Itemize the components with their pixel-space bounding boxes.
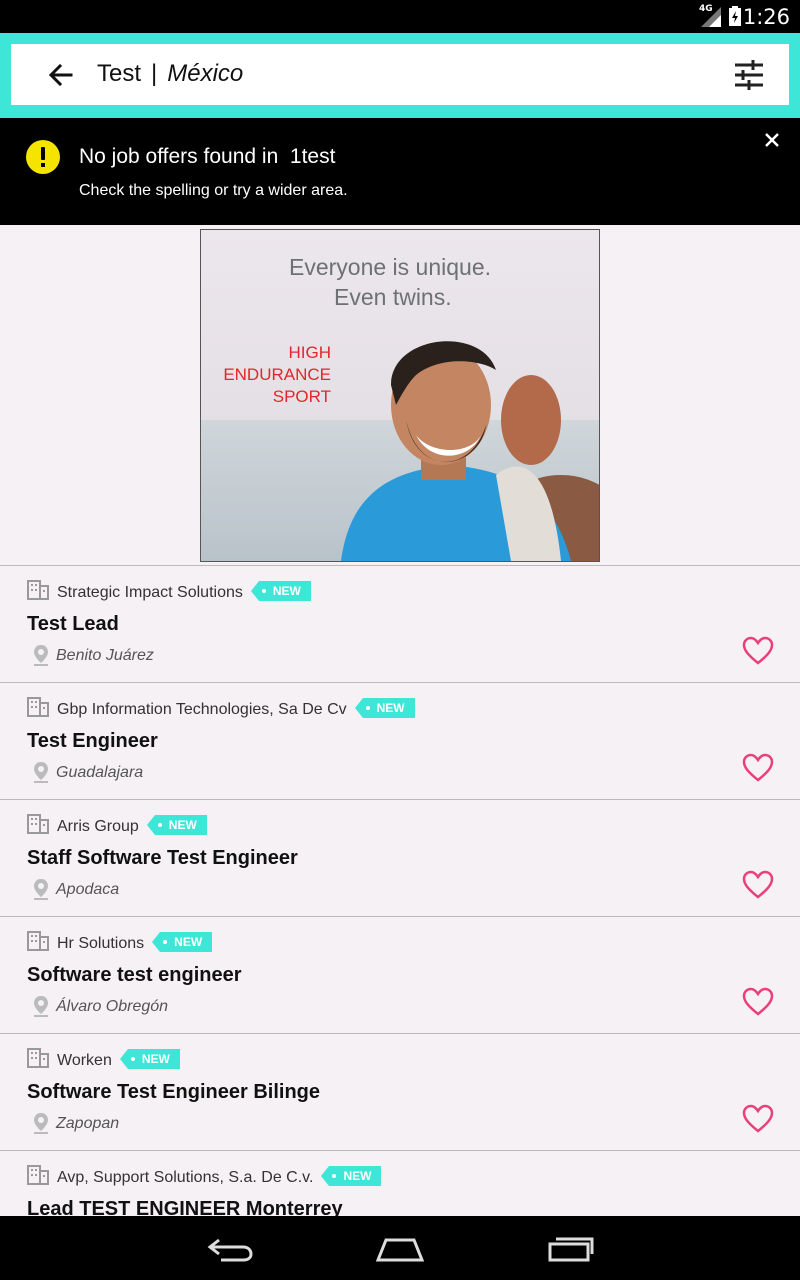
location-pin-icon (34, 996, 48, 1017)
favorite-heart-icon[interactable] (742, 987, 774, 1017)
new-badge: NEW (321, 1166, 382, 1186)
no-results-banner: No job offers found in 1test Check the s… (0, 118, 800, 225)
job-card[interactable]: Arris Group NEW Staff Software Test Engin… (0, 800, 800, 917)
recents-nav-icon[interactable] (548, 1236, 594, 1262)
back-nav-icon[interactable] (207, 1236, 253, 1262)
warning-icon (26, 140, 60, 174)
company-building-icon (27, 697, 49, 717)
ad-tagline: HIGH ENDURANCE SPORT (201, 342, 332, 408)
job-card[interactable]: Hr Solutions NEW Software test engineer Á… (0, 917, 800, 1034)
job-title[interactable]: Test Lead (27, 613, 119, 636)
ad-tag-2: ENDURANCE (223, 365, 331, 384)
job-location: Benito Juárez (56, 647, 154, 664)
job-card[interactable]: Gbp Information Technologies, Sa De Cv NE… (0, 683, 800, 800)
job-card[interactable]: Worken NEW Software Test Engineer Bilinge… (0, 1034, 800, 1151)
clock: 1:26 (742, 5, 790, 29)
company-building-icon (27, 1165, 49, 1185)
search-title[interactable]: Test | México (97, 60, 243, 88)
company-name: Hr Solutions NEW (57, 932, 213, 954)
new-badge: NEW (152, 932, 213, 952)
job-title[interactable]: Software test engineer (27, 964, 242, 987)
no-results-hint: Check the spelling or try a wider area. (79, 182, 348, 199)
job-card[interactable]: Avp, Support Solutions, S.a. De C.v. NEW … (0, 1151, 800, 1217)
title-separator: | (151, 60, 158, 87)
signal-icon (701, 7, 721, 27)
company-name: Strategic Impact Solutions NEW (57, 581, 311, 603)
company-name: Gbp Information Technologies, Sa De Cv NE… (57, 698, 415, 720)
ad-headline-1: Everyone is unique. (289, 254, 492, 280)
no-results-message: No job offers found in 1test (79, 145, 336, 168)
close-icon[interactable] (760, 128, 784, 152)
filter-sliders-icon[interactable] (733, 60, 765, 90)
back-arrow-icon[interactable] (45, 59, 77, 91)
job-title[interactable]: Test Engineer (27, 730, 158, 753)
job-title[interactable]: Staff Software Test Engineer (27, 847, 298, 870)
company-name: Worken NEW (57, 1049, 180, 1071)
new-badge: NEW (146, 815, 207, 835)
company-building-icon (27, 1048, 49, 1068)
company-building-icon (27, 931, 49, 951)
new-badge: NEW (250, 581, 311, 601)
favorite-heart-icon[interactable] (742, 636, 774, 666)
ad-headline-2: Even twins. (334, 284, 452, 310)
status-bar: 4G 1:26 (0, 0, 800, 33)
job-location: Zapopan (56, 1115, 120, 1132)
location-pin-icon (34, 1113, 48, 1134)
job-title[interactable]: Lead TEST ENGINEER Monterrey (27, 1198, 343, 1217)
ad-person-image (341, 341, 599, 561)
favorite-heart-icon[interactable] (742, 870, 774, 900)
search-location: México (167, 60, 244, 87)
search-query: Test (97, 60, 142, 87)
system-nav-bar (0, 1216, 800, 1280)
job-list: Strategic Impact Solutions NEW Test Lead … (0, 565, 800, 1217)
location-pin-icon (34, 879, 48, 900)
home-nav-icon[interactable] (376, 1236, 424, 1262)
favorite-heart-icon[interactable] (742, 753, 774, 783)
location-pin-icon (34, 645, 48, 666)
battery-icon (729, 6, 741, 26)
new-badge: NEW (354, 698, 415, 718)
company-name: Avp, Support Solutions, S.a. De C.v. NEW (57, 1166, 382, 1188)
job-location: Apodaca (56, 881, 120, 898)
company-building-icon (27, 814, 49, 834)
ad-tag-1: HIGH (288, 343, 332, 362)
favorite-heart-icon[interactable] (742, 1104, 774, 1134)
job-title[interactable]: Software Test Engineer Bilinge (27, 1081, 320, 1104)
company-building-icon (27, 580, 49, 600)
job-card[interactable]: Strategic Impact Solutions NEW Test Lead … (0, 566, 800, 683)
ad-banner[interactable]: Everyone is unique. Even twins. HIGH END… (200, 229, 600, 562)
search-box[interactable]: Test | México (11, 44, 789, 105)
new-badge: NEW (119, 1049, 180, 1069)
location-pin-icon (34, 762, 48, 783)
app-bar: Test | México (0, 33, 800, 118)
job-location: Guadalajara (56, 764, 144, 781)
company-name: Arris Group NEW (57, 815, 207, 837)
job-location: Álvaro Obregón (56, 998, 169, 1015)
ad-tag-3: SPORT (272, 387, 331, 406)
